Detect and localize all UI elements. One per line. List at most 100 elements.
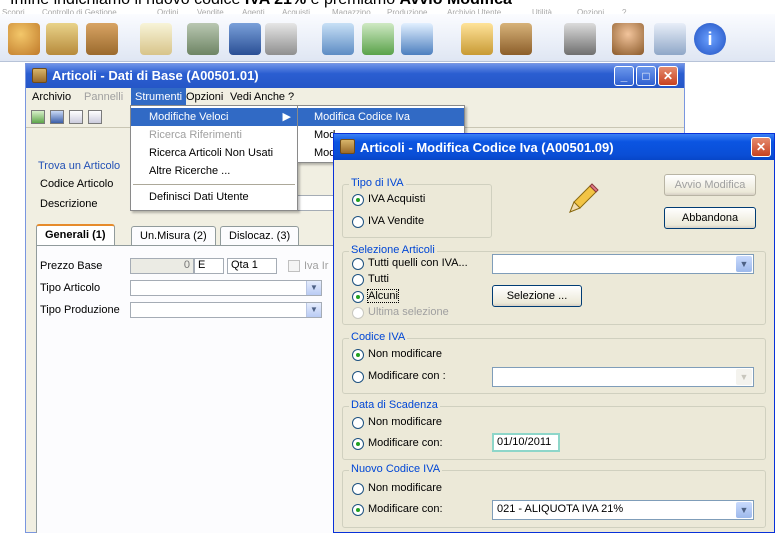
menu-separator [133,184,295,185]
tutti-quelli-radio[interactable] [352,258,364,270]
tipo-produzione-label: Tipo Produzione [40,304,120,316]
nuovo-non-modificare-label: Non modificare [368,482,442,494]
ultima-selezione-radio[interactable] [352,307,364,319]
prezzo-base-label: Prezzo Base [40,260,103,272]
iva-checkbox-label: Iva Ir [304,260,329,272]
data-non-modificare-radio[interactable] [352,417,364,429]
selezione-articoli-title: Selezione Articoli [349,244,437,256]
codice-non-modificare-label: Non modificare [368,348,442,360]
tutti-label: Tutti [368,273,389,285]
chevron-down-icon: ▼ [736,502,752,518]
codice-iva-title: Codice IVA [349,331,408,343]
codice-modificare-label: Modificare con : [368,370,446,382]
export-icon[interactable] [401,23,433,55]
abbandona-button[interactable]: Abbandona [664,207,756,229]
iva-acquisti-label: IVA Acquisti [368,193,426,205]
codice-modificare-radio[interactable] [352,371,364,383]
menu-archivio[interactable]: Archivio [32,91,71,103]
tutti-quelli-label: Tutti quelli con IVA... [368,257,468,269]
menu-item-altre-ricerche[interactable]: Altre Ricerche ... [131,162,297,180]
box-icon[interactable] [46,23,78,55]
menu-item-definisci-dati-utente[interactable]: Definisci Dati Utente [131,188,297,206]
copy-icon[interactable] [88,110,102,124]
nuovo-codice-combo[interactable]: 021 - ALIQUOTA IVA 21% ▼ [492,500,754,520]
minimize-button[interactable]: _ [614,66,634,86]
main-titlebar: Articoli - Dati di Base (A00501.01) _ □ … [26,64,684,88]
menu-opzioni[interactable]: Opzioni [186,91,223,103]
menu-help[interactable]: ? [288,91,294,103]
iva-acquisti-radio[interactable] [352,194,364,206]
qta-field[interactable]: Qta 1 [227,258,277,274]
iva-vendite-label: IVA Vendite [368,215,425,227]
caption: Infine indichiamo il nuovo codice IVA 21… [0,0,775,14]
fax-icon[interactable] [564,23,596,55]
codice-non-modificare-radio[interactable] [352,349,364,361]
notepad-icon[interactable] [140,23,172,55]
alcuni-label: Alcuni [367,289,399,303]
user-icon[interactable] [612,23,644,55]
codice-articolo-label: Codice Articolo [40,178,114,190]
tools-icon[interactable] [187,23,219,55]
data-scadenza-input[interactable]: 01/10/2011 [492,433,560,452]
menu-item-modifica-codice-iva[interactable]: Modifica Codice Iva [298,108,464,126]
codice-iva-combo[interactable]: ▼ [492,367,754,387]
data-modificare-radio[interactable] [352,438,364,450]
pencil-icon [569,183,599,213]
dialog-close-button[interactable]: ✕ [751,137,771,157]
users-icon[interactable] [8,23,40,55]
menu-vedi-anche[interactable]: Vedi Anche [230,91,285,103]
data-modificare-label: Modificare con: [368,437,443,449]
save-icon[interactable] [50,110,64,124]
nuovo-modificare-label: Modificare con: [368,503,443,515]
maximize-button[interactable]: □ [636,66,656,86]
main-window-title: Articoli - Dati di Base (A00501.01) [52,68,259,83]
trash-icon[interactable] [654,23,686,55]
info-icon[interactable]: i [694,23,726,55]
binder-icon[interactable] [229,23,261,55]
prezzo-flag-field[interactable]: E [194,258,224,274]
tab-generali[interactable]: Generali (1) [36,224,115,246]
iva-vendite-radio[interactable] [352,216,364,228]
nuovo-non-modificare-radio[interactable] [352,483,364,495]
menu-item-ricerca-non-usati[interactable]: Ricerca Articoli Non Usati [131,144,297,162]
strumenti-menu: Modifiche Veloci ▶ Ricerca Riferimenti Ri… [130,105,298,211]
printer-icon[interactable] [461,23,493,55]
new-icon[interactable] [31,110,45,124]
dialog-titlebar: Articoli - Modifica Codice Iva (A00501.0… [334,134,774,160]
nuovo-codice-title: Nuovo Codice IVA [349,463,443,475]
menu-strumenti[interactable]: Strumenti [131,88,187,106]
menu-pannelli[interactable]: Pannelli [84,91,123,103]
tab-dislocaz[interactable]: Dislocaz. (3) [220,226,300,246]
descrizione-label: Descrizione [40,198,98,210]
chevron-down-icon: ▼ [306,303,321,317]
delete-icon[interactable] [69,110,83,124]
data-non-modificare-label: Non modificare [368,416,442,428]
document-icon[interactable] [265,23,297,55]
iva-filter-combo[interactable]: ▼ [492,254,754,274]
selezione-button[interactable]: Selezione ... [492,285,582,307]
dialog-window-icon [340,139,355,154]
nuovo-modificare-radio[interactable] [352,504,364,516]
report-icon[interactable] [322,23,354,55]
submenu-arrow-icon: ▶ [282,111,291,123]
avvio-modifica-button[interactable]: Avvio Modifica [664,174,756,196]
prezzo-base-input[interactable]: 0 [130,258,194,274]
tipo-articolo-combo[interactable]: ▼ [130,280,322,296]
alcuni-radio[interactable] [352,291,364,303]
tipo-produzione-combo[interactable]: ▼ [130,302,322,318]
chevron-down-icon: ▼ [736,256,752,272]
tutti-radio[interactable] [352,274,364,286]
main-menubar: Archivio Pannelli Strumenti Opzioni Vedi… [26,88,684,106]
data-scadenza-title: Data di Scadenza [349,399,440,411]
tab-unmisura[interactable]: Un.Misura (2) [131,226,216,246]
chevron-down-icon: ▼ [736,369,752,385]
tipo-articolo-label: Tipo Articolo [40,282,101,294]
bag-icon[interactable] [86,23,118,55]
iva-checkbox[interactable] [288,260,300,272]
sheet-icon[interactable] [362,23,394,55]
calculator-icon[interactable] [500,23,532,55]
menu-item-ricerca-riferimenti[interactable]: Ricerca Riferimenti [131,126,297,144]
close-button[interactable]: ✕ [658,66,678,86]
menu-item-modifiche-veloci[interactable]: Modifiche Veloci ▶ [131,108,297,126]
window-icon [32,68,47,83]
